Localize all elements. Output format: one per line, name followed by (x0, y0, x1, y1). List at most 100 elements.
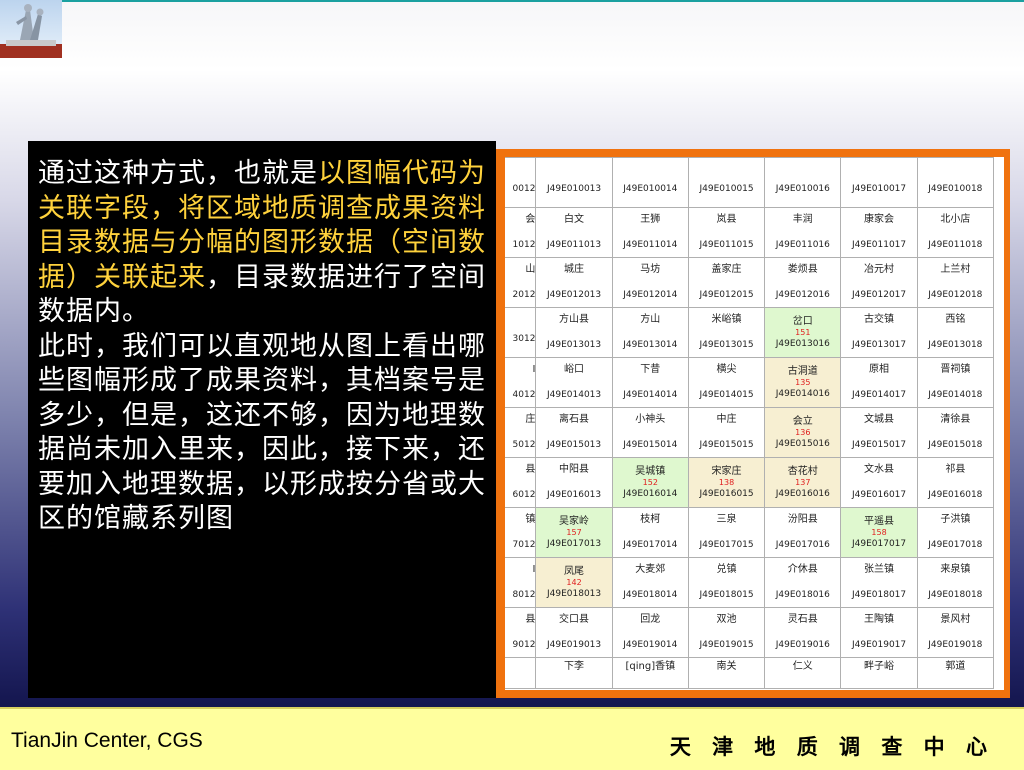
paragraph-2: 此时，我们可以直观地从图上看出哪些图幅形成了成果资料，其档案号是多少，但是，这还… (38, 330, 486, 535)
map-sheet-cell: 3012 (505, 307, 537, 358)
cell-sheet-code: J49E010014 (623, 184, 678, 194)
cell-sheet-code: 5012 (512, 440, 536, 450)
map-sheet-cell: 0012 (505, 157, 537, 208)
cell-place-name: 古交镇 (864, 314, 895, 325)
map-sheet-cell: 介休县 J49E018016 (764, 557, 842, 608)
cell-sheet-code: J49E012016 (775, 290, 830, 300)
footer-org-english: TianJin Center, CGS (11, 729, 203, 752)
cell-place-name: 峪口 (564, 364, 585, 375)
footer-org-chinese: 天 津 地 质 调 查 中 心 (669, 734, 994, 759)
cell-sheet-code: J49E013016 (775, 338, 830, 349)
map-sheet-cell: 枝柯 J49E017014 (611, 507, 689, 558)
map-sheet-cell: 峪口 J49E014013 (535, 357, 613, 408)
cell-sheet-code: 8012 (512, 590, 536, 600)
map-sheet-cell: 晋祠镇 J49E014018 (916, 357, 995, 408)
map-sheet-cell: 三泉 J49E017015 (687, 507, 766, 558)
cell-place-name: 城庄 (564, 264, 585, 275)
cell-place-name: 北小店 (940, 214, 971, 225)
map-sheet-cell: 中阳县 J49E016013 (535, 457, 613, 508)
cell-sheet-code: J49E018016 (775, 590, 830, 600)
cell-place-name: 祁县 (945, 464, 966, 475)
cell-sheet-code: J49E015017 (851, 440, 907, 450)
map-sheet-cell: 上兰村 J49E012018 (916, 257, 995, 308)
cell-sheet-code: J49E017018 (928, 540, 983, 550)
cell-place-name: [qing]香镇 (625, 660, 676, 672)
cell-sheet-code: J49E016015 (699, 488, 754, 499)
cell-sheet-code: J49E014015 (699, 390, 754, 400)
table-row: Ⅰ 4012 峪口 J49E014013 下昔 J49E014014 横尖 J49E01401… (505, 357, 995, 408)
cell-sheet-code: J49E011018 (928, 240, 983, 250)
cell-place-name: Ⅰ (532, 364, 536, 375)
cell-sheet-code: J49E016017 (851, 490, 907, 500)
cell-sheet-code: 3012 (512, 334, 536, 344)
map-sheet-cell: 古洞道 135 J49E014016 (764, 357, 842, 408)
cell-sheet-code: 7012 (512, 540, 536, 550)
map-sheet-cell: Ⅰ 8012 (505, 557, 537, 608)
cell-sheet-code: J49E018015 (699, 590, 754, 600)
map-sheet-cell: 下李 (535, 657, 613, 689)
cell-sheet-code: J49E017015 (699, 540, 754, 550)
map-sheet-cell: 王陶镇 J49E019017 (840, 607, 918, 658)
map-sheet-cell: 岚县 J49E011015 (687, 207, 766, 258)
cell-place-name: Ⅰ (532, 564, 536, 575)
map-sheet-cell: 凤尾 142 J49E018013 (535, 557, 613, 608)
map-sheet-table-frame: 0012 J49E010013 J49E010014 J49E010015 J49E01… (496, 149, 1010, 698)
map-sheet-cell: 康家会 J49E011017 (840, 207, 918, 258)
map-sheet-cell: 县 6012 (505, 457, 537, 508)
map-sheet-cell: 马坊 J49E012014 (611, 257, 689, 308)
cell-sheet-code: J49E011013 (546, 240, 602, 250)
cell-place-name: 平遥县 (864, 515, 895, 527)
cell-place-name: 原相 (869, 364, 890, 375)
cell-place-name: 仁义 (792, 660, 813, 672)
cell-place-name: 康家会 (864, 214, 895, 225)
cell-sheet-code: J49E013014 (623, 340, 678, 350)
cell-place-name: 白文 (564, 214, 585, 225)
map-sheet-cell: J49E010017 (840, 157, 918, 208)
table-row: 3012 方山县 J49E013013 方山 J49E013014 米峪镇 J49E0130… (505, 307, 995, 358)
cell-sheet-code: J49E017016 (775, 540, 830, 550)
map-sheet-cell: 庄 5012 (505, 407, 537, 458)
cell-archive-number: 152 (642, 477, 658, 487)
map-sheet-cell: 冶元村 J49E012017 (840, 257, 918, 308)
paragraph-1: 通过这种方式，也就是以图幅代码为关联字段，将区域地质调查成果资料目录数据与分幅的… (38, 157, 488, 330)
map-sheet-cell: 大麦郊 J49E018014 (611, 557, 689, 608)
cell-place-name: 马坊 (640, 264, 661, 275)
map-sheet-cell: 盖家庄 J49E012015 (687, 257, 766, 308)
map-sheet-table-viewport: 0012 J49E010013 J49E010014 J49E010015 J49E01… (505, 157, 1004, 690)
explanation-text-box: 通过这种方式，也就是以图幅代码为关联字段，将区域地质调查成果资料目录数据与分幅的… (28, 141, 496, 698)
cell-place-name: 三泉 (716, 514, 737, 525)
cell-sheet-code: 4012 (512, 390, 536, 400)
map-sheet-cell: 宋家庄 138 J49E016015 (687, 457, 766, 508)
map-sheet-cell: 城庄 J49E012013 (535, 257, 613, 308)
cell-sheet-code: J49E015013 (546, 440, 602, 450)
cell-sheet-code: J49E010017 (851, 184, 907, 194)
map-sheet-cell: 古交镇 J49E013017 (840, 307, 918, 358)
cell-place-name: 清徐县 (940, 414, 971, 425)
cell-place-name: 南关 (716, 660, 737, 672)
cell-place-name: 西铭 (945, 314, 966, 325)
map-sheet-cell: 子洪镇 J49E017018 (916, 507, 995, 558)
map-sheet-cell: 南关 (687, 657, 766, 689)
cell-sheet-code: J49E013015 (699, 340, 754, 350)
map-sheet-cell: 仁义 (764, 657, 842, 689)
cell-place-name: 子洪镇 (940, 514, 971, 525)
cell-place-name: 下李 (564, 660, 585, 672)
table-row: 山 2012 城庄 J49E012013 马坊 J49E012014 盖家庄 J49E0120… (505, 257, 995, 308)
table-row: 县 6012 中阳县 J49E016013 吴城镇 152 J49E016014 宋家庄 138… (505, 457, 995, 508)
map-sheet-cell: J49E010015 (687, 157, 766, 208)
cell-place-name: 盖家庄 (711, 264, 742, 275)
cell-sheet-code: J49E018013 (546, 588, 602, 599)
cell-sheet-code: J49E014016 (775, 388, 830, 399)
map-sheet-cell: 下昔 J49E014014 (611, 357, 689, 408)
cell-archive-number: 157 (566, 527, 582, 537)
map-sheet-cell: 小神头 J49E015014 (611, 407, 689, 458)
cell-place-name: 吴城镇 (635, 465, 666, 477)
cell-sheet-code: J49E013017 (851, 340, 907, 350)
map-sheet-cell: 张兰镇 J49E018017 (840, 557, 918, 608)
cell-archive-number: 151 (795, 327, 811, 337)
cell-sheet-code: J49E010015 (699, 184, 754, 194)
cell-sheet-code: J49E016014 (623, 488, 678, 499)
map-sheet-cell: [qing]香镇 (611, 657, 689, 689)
logo (0, 0, 62, 58)
cell-sheet-code: J49E019016 (775, 640, 830, 650)
